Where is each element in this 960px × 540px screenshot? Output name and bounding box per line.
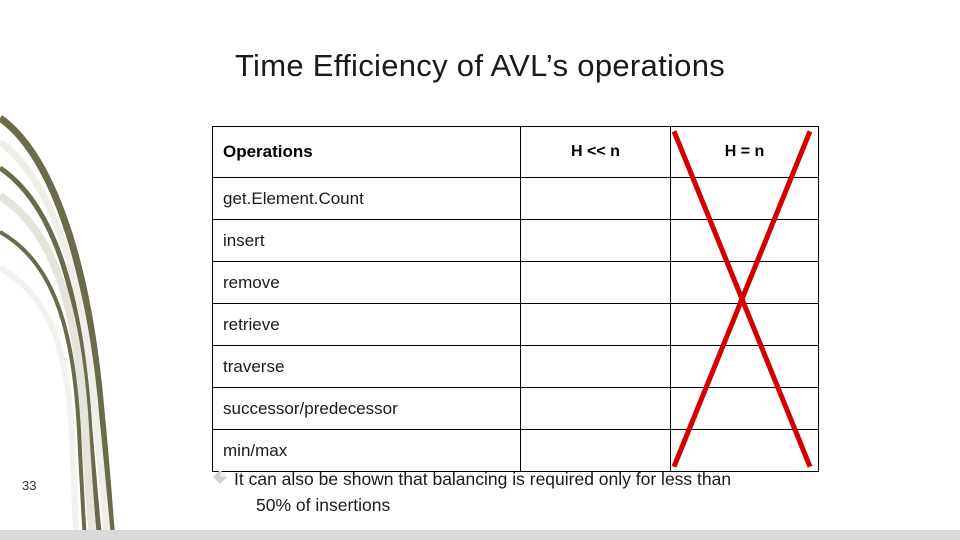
cell-h-much-less-than-n bbox=[520, 261, 671, 304]
cell-h-equals-n bbox=[670, 387, 819, 430]
operation-name: insert bbox=[212, 219, 521, 262]
bullet-item: It can also be shown that balancing is r… bbox=[212, 466, 932, 518]
bottom-bar bbox=[0, 530, 960, 540]
bullet-diamond-icon bbox=[212, 466, 234, 490]
cell-h-equals-n bbox=[670, 261, 819, 304]
operation-name: traverse bbox=[212, 345, 521, 388]
operation-name: remove bbox=[212, 261, 521, 304]
cell-h-much-less-than-n bbox=[520, 345, 671, 388]
cell-h-equals-n bbox=[670, 303, 819, 346]
operation-name: get.Element.Count bbox=[212, 177, 521, 220]
page-title: Time Efficiency of AVL’s operations bbox=[234, 48, 726, 83]
slide-number: 33 bbox=[22, 478, 37, 493]
cell-h-much-less-than-n bbox=[520, 303, 671, 346]
operations-table-container: Operations H << n H = n get.Element.Coun… bbox=[212, 126, 819, 472]
cell-h-much-less-than-n bbox=[520, 177, 671, 220]
operations-table: Operations H << n H = n get.Element.Coun… bbox=[212, 126, 819, 472]
table-row: traverse bbox=[212, 345, 819, 388]
bullet-line-1: It can also be shown that balancing is r… bbox=[234, 469, 732, 489]
cell-h-much-less-than-n bbox=[520, 219, 671, 262]
table-header-row: Operations H << n H = n bbox=[212, 126, 819, 178]
table-row: get.Element.Count bbox=[212, 177, 819, 220]
operation-name: successor/predecessor bbox=[212, 387, 521, 430]
column-header-operations: Operations bbox=[212, 126, 521, 178]
bullet-text: It can also be shown that balancing is r… bbox=[234, 466, 731, 518]
cell-h-much-less-than-n bbox=[520, 387, 671, 430]
table-row: successor/predecessor bbox=[212, 387, 819, 430]
bullet-line-2: 50% of insertions bbox=[256, 495, 391, 515]
column-header-h-much-less-than-n: H << n bbox=[520, 126, 671, 178]
cell-h-equals-n bbox=[670, 219, 819, 262]
column-header-h-equals-n: H = n bbox=[670, 126, 819, 178]
cell-h-equals-n bbox=[670, 345, 819, 388]
slide: Time Efficiency of AVL’s operations Oper… bbox=[0, 0, 960, 540]
table-row: retrieve bbox=[212, 303, 819, 346]
table-row: remove bbox=[212, 261, 819, 304]
cell-h-equals-n bbox=[670, 177, 819, 220]
table-row: insert bbox=[212, 219, 819, 262]
operation-name: retrieve bbox=[212, 303, 521, 346]
